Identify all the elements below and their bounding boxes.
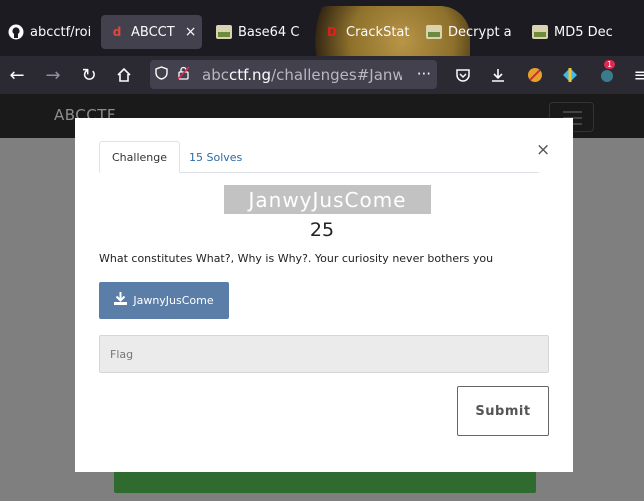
- download-icon: [114, 292, 128, 309]
- challenge-points: 25: [309, 219, 335, 241]
- download-file-button[interactable]: JawnyJusCome: [99, 282, 229, 319]
- tab-close-icon[interactable]: ×: [185, 24, 197, 40]
- page-favicon-icon: [426, 24, 442, 40]
- browser-tab-base64[interactable]: Base64 C: [208, 15, 304, 49]
- download-label: JawnyJusCome: [133, 294, 214, 307]
- url-text[interactable]: abcctf.ng/challenges#Janw: [202, 66, 402, 84]
- tab-label: MD5 Dec: [554, 24, 613, 40]
- tab-solves[interactable]: 15 Solves: [177, 141, 254, 173]
- tab-label: ABCCT: [131, 24, 175, 40]
- browser-tab-md5[interactable]: MD5 Dec: [524, 15, 634, 49]
- tab-label: Base64 C: [238, 24, 300, 40]
- flag-input[interactable]: [99, 335, 549, 373]
- page-favicon-icon: [532, 24, 548, 40]
- downloads-icon[interactable]: [487, 64, 509, 86]
- ctf-favicon-icon: d: [112, 25, 122, 39]
- challenge-description: What constitutes What?, Why is Why?. You…: [99, 252, 494, 265]
- blocker-extension-icon[interactable]: [524, 64, 546, 86]
- insecure-lock-icon[interactable]: [172, 65, 194, 84]
- back-arrow-icon[interactable]: ←: [6, 64, 28, 86]
- browser-tab-strip: abcctf/roi d ABCCT × Base64 C D CrackSta…: [0, 0, 644, 94]
- shield-icon[interactable]: [150, 65, 172, 84]
- url-bar[interactable]: abcctf.ng/challenges#Janw ···: [150, 60, 437, 89]
- browser-tab-abcctf[interactable]: d ABCCT ×: [101, 15, 202, 49]
- page-actions-more-icon[interactable]: ···: [417, 65, 431, 83]
- github-icon: [8, 24, 24, 40]
- tab-label: abcctf/roi: [30, 24, 92, 40]
- tab-challenge[interactable]: Challenge: [99, 141, 180, 173]
- challenge-title: JanwyJusCome: [224, 185, 431, 214]
- home-icon[interactable]: [113, 64, 135, 86]
- tab-label: CrackStat: [346, 24, 410, 40]
- crackstation-icon: D: [327, 25, 337, 39]
- extension-icon[interactable]: [559, 64, 581, 86]
- pocket-icon[interactable]: [452, 64, 474, 86]
- browser-tab-crackstation[interactable]: D CrackStat: [316, 15, 416, 49]
- notifications-extension-icon[interactable]: 1: [596, 60, 618, 86]
- notification-badge: 1: [604, 60, 616, 69]
- menu-icon[interactable]: ≡: [630, 64, 644, 86]
- browser-tab-github[interactable]: abcctf/roi: [0, 15, 96, 49]
- forward-arrow-icon[interactable]: →: [42, 64, 64, 86]
- submit-button[interactable]: Submit: [457, 386, 549, 436]
- browser-tab-decrypt[interactable]: Decrypt a: [418, 15, 522, 49]
- tab-label: Decrypt a: [448, 24, 512, 40]
- page-favicon-icon: [216, 24, 232, 40]
- reload-icon[interactable]: ↻: [78, 64, 100, 86]
- modal-tabs: Challenge 15 Solves: [99, 141, 539, 173]
